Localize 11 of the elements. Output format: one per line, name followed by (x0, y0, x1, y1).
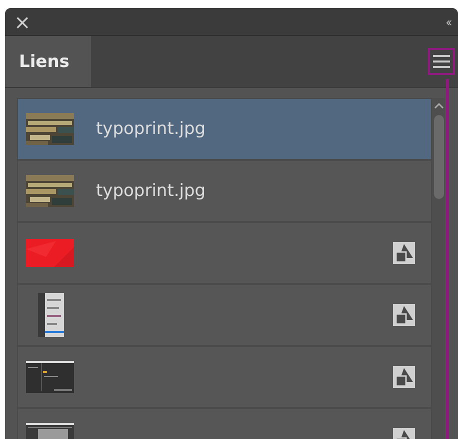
scrollbar[interactable] (432, 98, 445, 439)
close-button[interactable]: × (14, 12, 31, 32)
file-name: typoprint.jpg (96, 119, 207, 139)
link-row[interactable]: typoprint.jpg (18, 99, 431, 161)
scroll-thumb[interactable] (434, 115, 444, 199)
panel-tab[interactable]: Liens (5, 36, 91, 87)
file-name: typoprint.jpg (96, 181, 207, 201)
menu-icon (433, 55, 450, 68)
scroll-up-icon (432, 102, 444, 109)
menu-button[interactable] (428, 48, 455, 75)
collapse-button[interactable]: ‹‹ (446, 14, 450, 28)
